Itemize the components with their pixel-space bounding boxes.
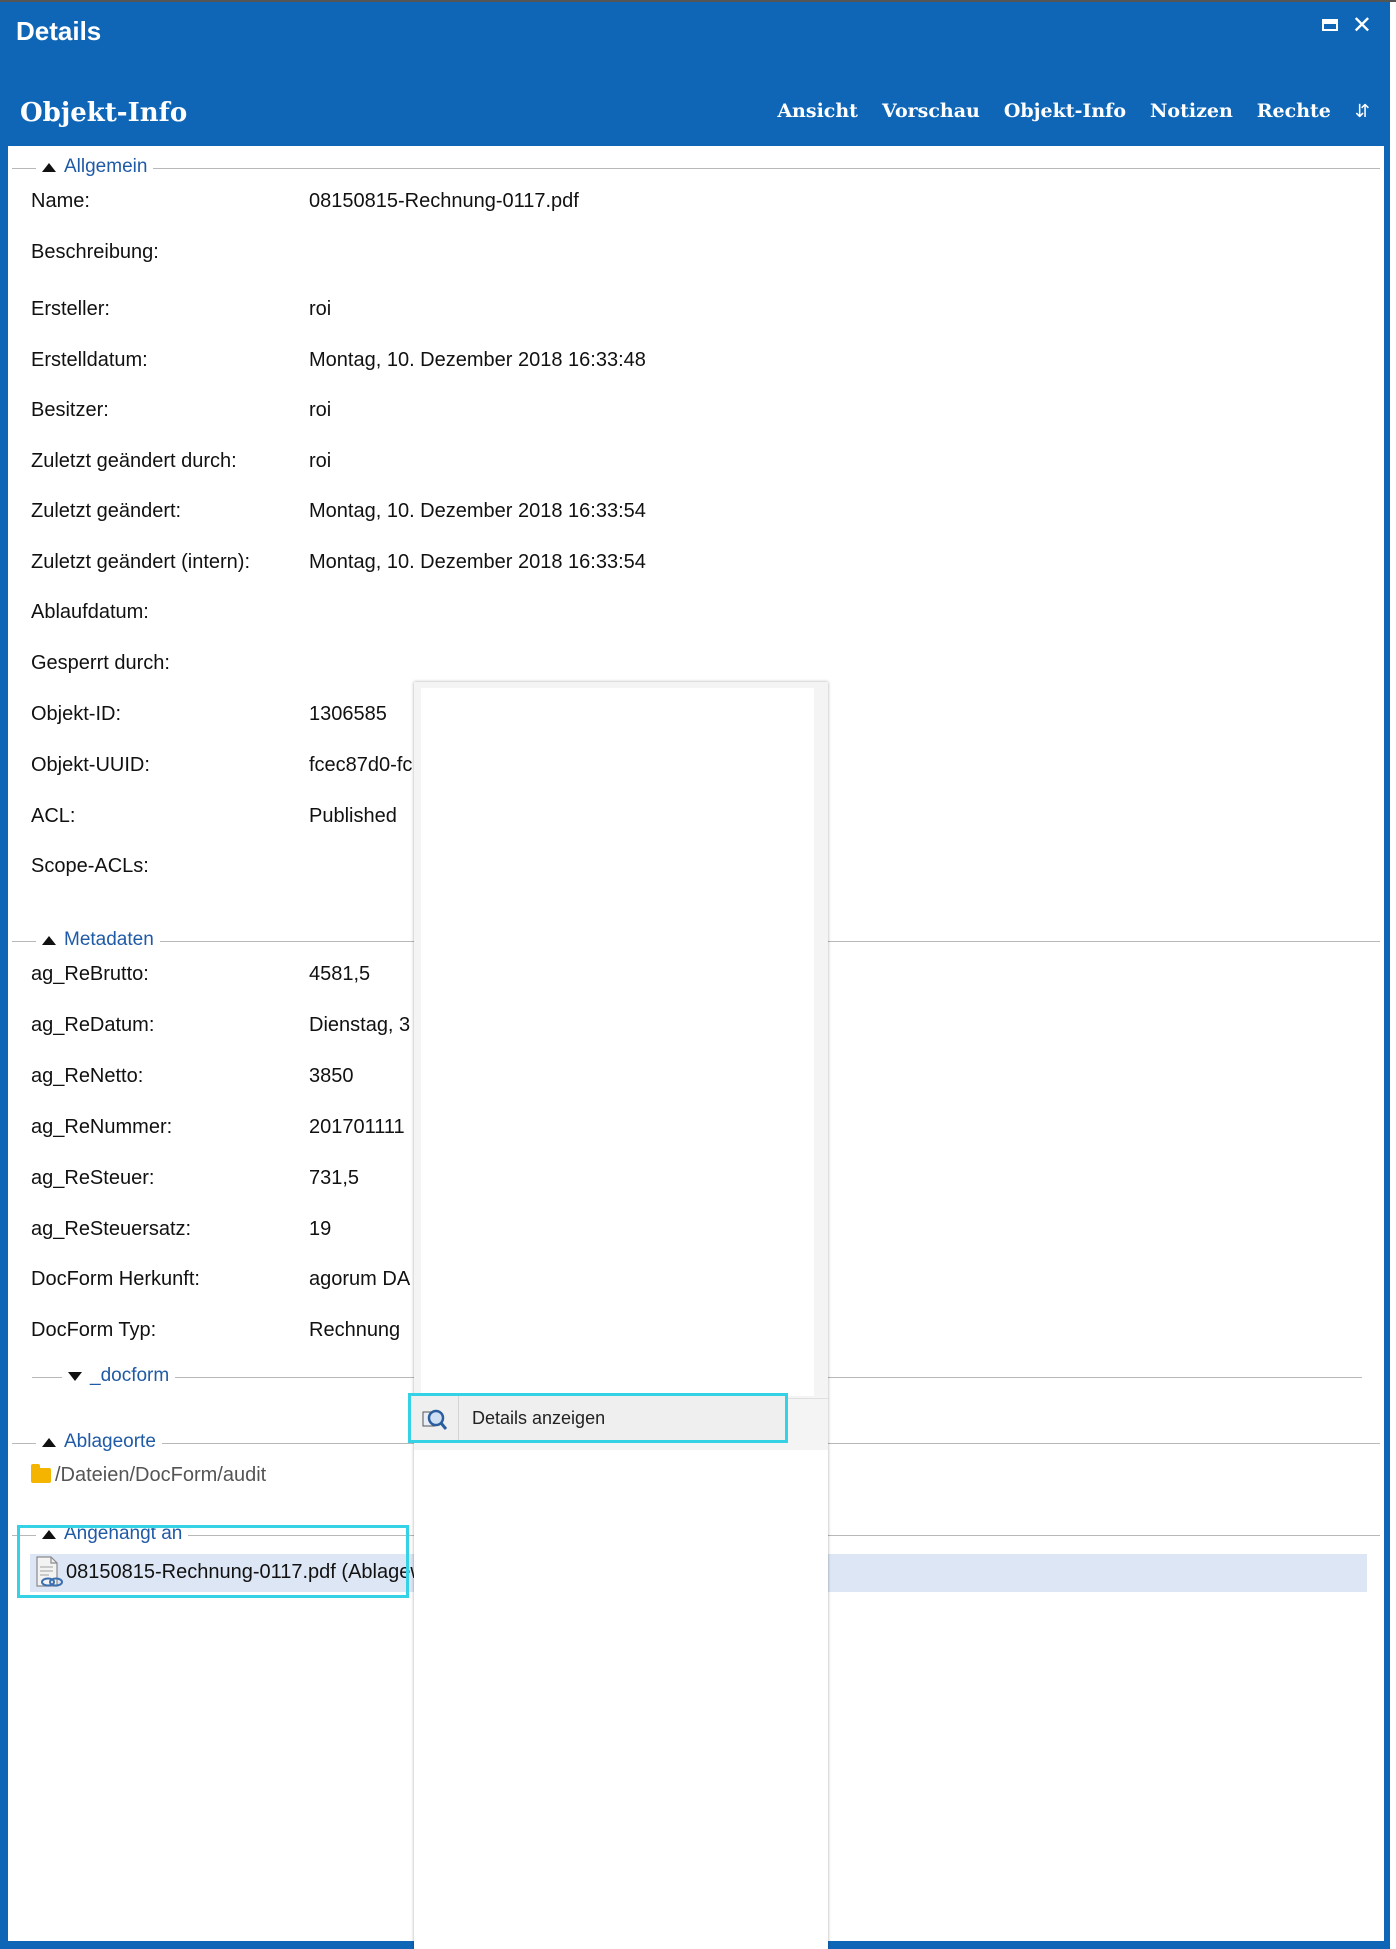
maximize-icon[interactable] <box>1321 19 1338 31</box>
field-value: 1306585 <box>309 703 387 725</box>
field-value: 3850 <box>309 1065 354 1087</box>
field-value: 4581,5 <box>309 963 371 985</box>
panel-header: Objekt-Info Ansicht Vorschau Objekt-Info… <box>0 90 1390 142</box>
window-title: Details <box>16 16 102 46</box>
tab-bar: Ansicht Vorschau Objekt-Info Notizen Rec… <box>777 100 1370 122</box>
field-row: Besitzer: roi <box>31 399 1331 429</box>
field-value: Rechnung <box>309 1319 401 1341</box>
field-value: Published <box>309 805 397 827</box>
field-label: Zuletzt geändert: <box>31 500 182 522</box>
menu-icon-separator <box>458 1396 459 1440</box>
context-menu-upper <box>414 682 828 1450</box>
field-value: roi <box>309 298 332 320</box>
field-label: Zuletzt geändert (intern): <box>31 551 250 573</box>
field-label: DocForm Typ: <box>31 1319 157 1341</box>
field-label: Name: <box>31 190 90 212</box>
section-ablageorte[interactable]: Ablageorte <box>36 1431 162 1453</box>
window-controls: ✕ <box>1321 13 1372 37</box>
storage-location-path: /Dateien/DocForm/audit <box>55 1464 267 1486</box>
storage-location-link[interactable]: /Dateien/DocForm/audit <box>31 1464 266 1487</box>
field-value: agorum DA <box>309 1268 411 1290</box>
collapse-icon <box>42 162 56 172</box>
tab-rechte[interactable]: Rechte <box>1257 100 1331 122</box>
field-row: Name: 08150815-Rechnung-0117.pdf <box>31 190 1331 220</box>
folder-icon <box>31 1464 51 1483</box>
field-label: DocForm Herkunft: <box>31 1268 200 1290</box>
close-icon[interactable]: ✕ <box>1352 13 1372 37</box>
field-label: Objekt-UUID: <box>31 754 150 776</box>
field-row: Beschreibung: <box>31 241 1331 271</box>
field-label: Besitzer: <box>31 399 109 421</box>
field-value: Montag, 10. Dezember 2018 16:33:48 <box>309 349 646 371</box>
section-metadaten[interactable]: Metadaten <box>36 929 160 951</box>
field-value: 201701111 <box>309 1116 405 1138</box>
field-label: ag_ReNummer: <box>31 1116 173 1138</box>
section-metadaten-label: Metadaten <box>64 929 154 950</box>
tab-objekt-info[interactable]: Objekt-Info <box>1004 100 1126 122</box>
field-value: fcec87d0-fc <box>309 754 413 776</box>
field-row: Erstelldatum: Montag, 10. Dezember 2018 1… <box>31 349 1331 379</box>
field-row: Zuletzt geändert: Montag, 10. Dezember 20… <box>31 500 1331 530</box>
field-label: Ablaufdatum: <box>31 601 149 623</box>
section-docform-label: _docform <box>90 1365 170 1386</box>
field-label: Zuletzt geändert durch: <box>31 450 237 472</box>
section-docform[interactable]: _docform <box>62 1365 176 1387</box>
field-row: Gesperrt durch: <box>31 652 1331 682</box>
section-ablageorte-label: Ablageorte <box>64 1431 156 1452</box>
field-label: Objekt-ID: <box>31 703 122 725</box>
expand-icon <box>68 1371 82 1381</box>
field-label: Ersteller: <box>31 298 110 320</box>
field-value: Montag, 10. Dezember 2018 16:33:54 <box>309 500 646 522</box>
field-value: 08150815-Rechnung-0117.pdf <box>309 190 579 212</box>
field-label: Gesperrt durch: <box>31 652 170 674</box>
field-row: Ersteller: roi <box>31 298 1331 328</box>
attached-item-highlight <box>17 1525 409 1598</box>
field-label: ag_ReDatum: <box>31 1014 155 1036</box>
collapse-icon <box>42 935 56 945</box>
menu-item-details-anzeigen[interactable]: Details anzeigen <box>408 1393 788 1443</box>
field-label: ag_ReNetto: <box>31 1065 144 1087</box>
collapse-icon <box>42 1437 56 1447</box>
tab-vorschau[interactable]: Vorschau <box>882 100 980 122</box>
field-label: ACL: <box>31 805 76 827</box>
tab-ansicht[interactable]: Ansicht <box>777 100 858 122</box>
field-label: Scope-ACLs: <box>31 855 149 877</box>
context-menu-blank-area <box>421 688 814 1396</box>
field-row: Ablaufdatum: <box>31 601 1331 631</box>
tab-notizen[interactable]: Notizen <box>1150 100 1233 122</box>
section-allgemein-label: Allgemein <box>64 156 148 177</box>
menu-item-label: Details anzeigen <box>472 1408 606 1428</box>
panel-title: Objekt-Info <box>20 98 188 128</box>
field-value: Dienstag, 3 <box>309 1014 411 1036</box>
refresh-icon[interactable]: ⇵ <box>1355 101 1370 122</box>
section-allgemein[interactable]: Allgemein <box>36 156 154 178</box>
field-label: ag_ReSteuer: <box>31 1167 155 1189</box>
field-label: ag_ReBrutto: <box>31 963 149 985</box>
field-value: roi <box>309 399 332 421</box>
field-value: 19 <box>309 1218 332 1240</box>
field-value: Montag, 10. Dezember 2018 16:33:54 <box>309 551 646 573</box>
details-magnifier-icon <box>422 1409 447 1430</box>
field-value: 731,5 <box>309 1167 360 1189</box>
context-menu: Details anzeigen <box>408 682 828 1949</box>
field-value: roi <box>309 450 332 472</box>
field-row: Zuletzt geändert (intern): Montag, 10. De… <box>31 551 1331 581</box>
window-titlebar: Details ✕ <box>0 2 1390 52</box>
field-label: ag_ReSteuersatz: <box>31 1218 192 1240</box>
field-label: Erstelldatum: <box>31 349 148 371</box>
field-label: Beschreibung: <box>31 241 159 263</box>
section-divider <box>12 168 1380 169</box>
field-row: Zuletzt geändert durch: roi <box>31 450 1331 480</box>
